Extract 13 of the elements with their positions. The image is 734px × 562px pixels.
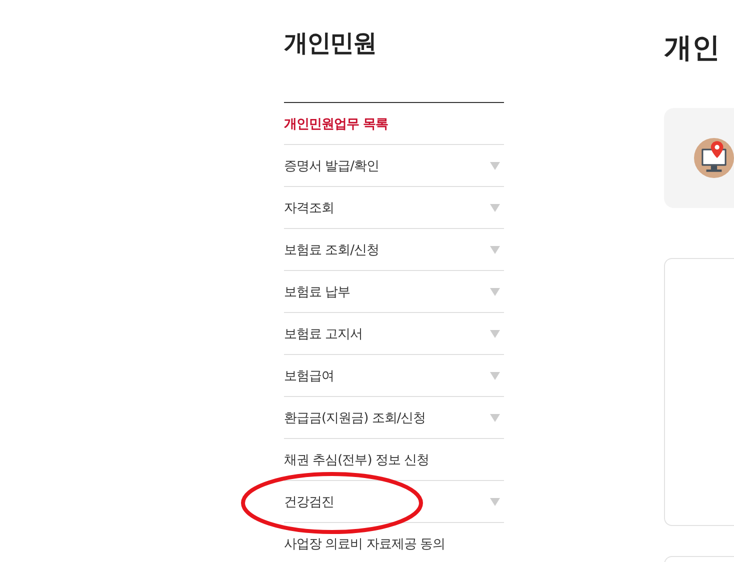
- menu-item[interactable]: 자격조회: [284, 187, 504, 229]
- menu-item[interactable]: 보험료 조회/신청: [284, 229, 504, 271]
- sidebar-title: 개인민원: [284, 28, 377, 59]
- menu-item[interactable]: 보험급여: [284, 355, 504, 397]
- menu-item[interactable]: 사업장 의료비 자료제공 동의: [284, 523, 504, 562]
- menu-item[interactable]: 건강검진: [284, 481, 504, 523]
- menu-item[interactable]: 보험료 고지서: [284, 313, 504, 355]
- menu-item[interactable]: 환급금(지원금) 조회/신청: [284, 397, 504, 439]
- menu-item[interactable]: 증명서 발급/확인: [284, 145, 504, 187]
- menu-item[interactable]: 개인민원업무 목록: [284, 103, 504, 145]
- page-heading: 개인: [664, 30, 721, 66]
- menu-item[interactable]: 채권 추심(전부) 정보 신청: [284, 439, 504, 481]
- menu-item[interactable]: 보험료 납부: [284, 271, 504, 313]
